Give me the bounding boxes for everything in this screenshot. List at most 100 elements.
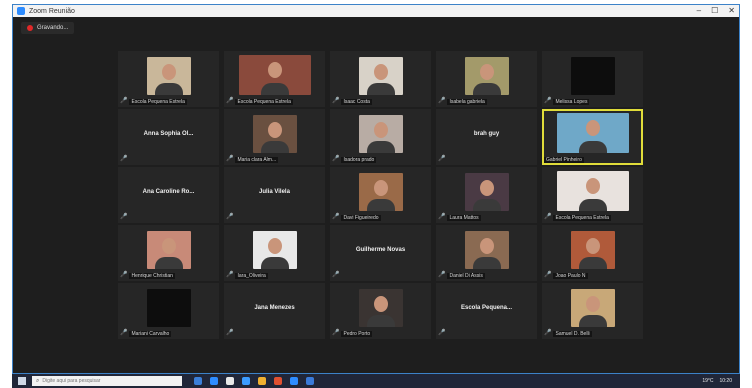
participant-body — [578, 199, 607, 211]
taskbar-app-icon[interactable] — [242, 377, 250, 385]
participant-label: 🎤 — [226, 330, 233, 337]
participant-label: Gabriel Pinheiro — [544, 157, 584, 163]
participant-tile[interactable]: 🎤 Escola Pequena Estrela — [224, 51, 325, 107]
mic-muted-icon: 🎤 — [226, 272, 234, 278]
participant-label: 🎤 — [226, 214, 233, 221]
participant-name: Mariani Carvalho — [129, 330, 172, 337]
participant-tile[interactable]: 🎤 Mariani Carvalho — [118, 283, 219, 339]
participant-tile[interactable]: 🎤 Pedro Porto — [330, 283, 431, 339]
participant-body — [578, 315, 607, 327]
participant-tile[interactable]: Guilherme Novas 🎤 — [330, 225, 431, 281]
screen: Zoom Reunião – ☐ ✕ Gravando... 🎤 Escola P… — [0, 0, 752, 388]
taskbar-app-icon[interactable] — [194, 377, 202, 385]
participant-label: 🎤 — [438, 330, 445, 337]
participant-name: Gabriel Pinheiro — [544, 157, 584, 163]
participant-body — [260, 141, 289, 153]
participant-name: Iara_Oliveira — [235, 272, 268, 279]
participant-tile[interactable]: 🎤 Daniel Di Assis — [436, 225, 537, 281]
participant-tile[interactable]: 🎤 Henrique Christian — [118, 225, 219, 281]
participant-label: 🎤 Daniel Di Assis — [438, 272, 485, 279]
windows-start-icon[interactable] — [18, 377, 26, 385]
participant-face — [267, 238, 282, 254]
tray-clock[interactable]: 10:20 — [719, 378, 732, 384]
participant-tile[interactable]: 🎤 Joao Paulo N — [542, 225, 643, 281]
participant-face — [267, 122, 282, 138]
participant-body — [260, 257, 289, 269]
participant-face — [585, 238, 600, 254]
participant-tile[interactable]: Anna Sophia Ol... 🎤 — [118, 109, 219, 165]
participant-tile[interactable]: 🎤 Isaac Costa — [330, 51, 431, 107]
participant-display-name: brah guy — [473, 131, 500, 137]
participant-name: Isaac Costa — [341, 98, 372, 105]
participant-label: 🎤 Laura Mattos — [438, 214, 481, 221]
participant-video — [464, 231, 509, 269]
participant-tile[interactable]: Gabriel Pinheiro — [542, 109, 643, 165]
participant-video — [570, 289, 615, 327]
participant-tile[interactable]: Ana Caroline Ro... 🎤 — [118, 167, 219, 223]
participant-video — [358, 115, 403, 153]
participant-face — [585, 296, 600, 312]
participant-label: 🎤 — [120, 156, 127, 163]
mic-muted-icon: 🎤 — [332, 156, 340, 162]
participant-label: 🎤 Isadora prado — [332, 156, 377, 163]
participant-tile[interactable]: 🎤 Laura Mattos — [436, 167, 537, 223]
participant-body — [154, 257, 183, 269]
participant-label: 🎤 — [120, 214, 127, 221]
participant-display-name: Julia Vilela — [259, 189, 290, 195]
participant-tile[interactable]: Escola Pequena... 🎤 — [436, 283, 537, 339]
participant-tile[interactable]: brah guy 🎤 — [436, 109, 537, 165]
participant-tile[interactable]: Jana Menezes 🎤 — [224, 283, 325, 339]
participant-label: 🎤 Isabela gabriela — [438, 98, 487, 105]
taskbar-search[interactable]: ⌕ — [32, 376, 182, 386]
taskbar-app-icon[interactable] — [274, 377, 282, 385]
recording-indicator[interactable]: Gravando... — [21, 22, 75, 34]
participant-body — [260, 83, 289, 95]
taskbar-app-icon[interactable] — [290, 377, 298, 385]
participant-tile[interactable]: 🎤 Isadora prado — [330, 109, 431, 165]
participant-tile[interactable]: 🎤 Escola Pequena Estrela — [118, 51, 219, 107]
participant-tile[interactable]: 🎤 Escola Pequena Estrela — [542, 167, 643, 223]
participant-name: Escola Pequena Estrela — [553, 214, 611, 221]
participant-display-name: Guilherme Novas — [355, 247, 406, 253]
participant-tile[interactable]: 🎤 Maria clara Alm... — [224, 109, 325, 165]
participant-display-name: Ana Caroline Ro... — [142, 189, 195, 195]
participant-tile[interactable]: 🎤 Isabela gabriela — [436, 51, 537, 107]
search-input[interactable] — [42, 377, 173, 385]
participant-video — [146, 57, 191, 95]
close-button[interactable]: ✕ — [728, 6, 735, 16]
record-icon — [27, 25, 33, 31]
participant-face — [161, 238, 176, 254]
mic-muted-icon: 🎤 — [226, 156, 234, 162]
participant-label: 🎤 Samuel D. Belli — [544, 330, 592, 337]
participant-label: 🎤 Davi Figueiredo — [332, 214, 381, 221]
minimize-button[interactable]: – — [697, 6, 701, 16]
participant-body — [366, 199, 395, 211]
taskbar-app-icon[interactable] — [306, 377, 314, 385]
taskbar: ⌕ 19°C 10:20 — [12, 374, 740, 388]
participant-label: 🎤 Pedro Porto — [332, 330, 373, 337]
participant-tile[interactable]: 🎤 Davi Figueiredo — [330, 167, 431, 223]
participant-body — [472, 199, 501, 211]
taskbar-app-icon[interactable] — [210, 377, 218, 385]
participant-display-name: Jana Menezes — [254, 305, 295, 311]
mic-muted-icon: 🎤 — [120, 214, 128, 220]
participant-body — [578, 257, 607, 269]
participant-tile[interactable]: 🎤 Iara_Oliveira — [224, 225, 325, 281]
mic-muted-icon: 🎤 — [226, 98, 234, 104]
camera-off-thumbnail — [146, 289, 191, 327]
zoom-app-icon — [17, 7, 25, 15]
participant-tile[interactable]: 🎤 Samuel D. Belli — [542, 283, 643, 339]
participant-tile[interactable]: Julia Vilela 🎤 — [224, 167, 325, 223]
mic-muted-icon: 🎤 — [544, 330, 552, 336]
participant-label: 🎤 Mariani Carvalho — [120, 330, 172, 337]
participant-name: Isabela gabriela — [447, 98, 487, 105]
maximize-button[interactable]: ☐ — [711, 6, 718, 16]
participant-label: 🎤 — [332, 272, 339, 279]
participant-body — [578, 141, 607, 153]
participant-tile[interactable]: 🎤 Melissa Lopes — [542, 51, 643, 107]
participant-label: 🎤 Isaac Costa — [332, 98, 372, 105]
taskbar-app-icon[interactable] — [258, 377, 266, 385]
taskbar-app-icon[interactable] — [226, 377, 234, 385]
participant-name: Davi Figueiredo — [341, 214, 381, 221]
participant-body — [366, 141, 395, 153]
